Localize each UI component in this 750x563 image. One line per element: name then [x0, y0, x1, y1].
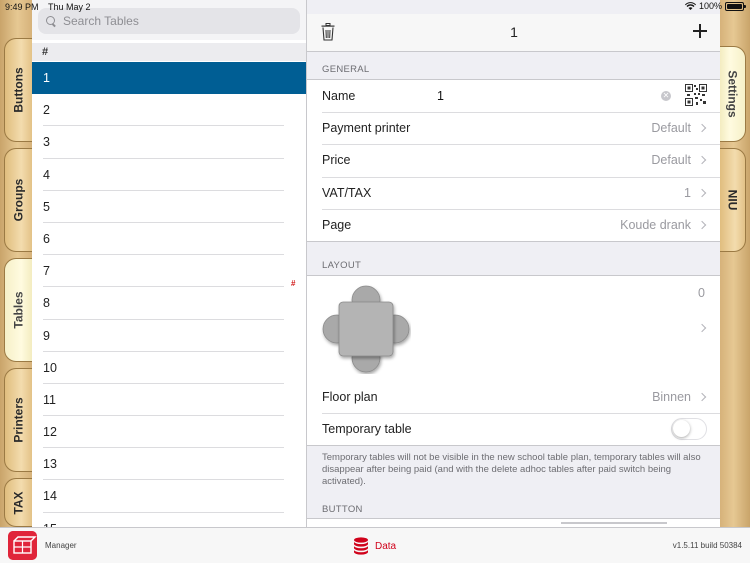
app-name: Manager	[45, 541, 77, 550]
temporary-table-row: Temporary table	[307, 413, 720, 445]
tab-label: Printers	[11, 397, 26, 443]
chevron-right-icon	[697, 156, 707, 165]
page-label: Page	[322, 217, 352, 232]
price-value: Default	[651, 153, 691, 168]
app-logo-icon[interactable]	[8, 531, 37, 560]
section-layout-title: LAYOUT	[322, 260, 362, 271]
tab-label: Groups	[11, 178, 26, 222]
name-input[interactable]: 1	[437, 89, 444, 103]
table-list-panel: Search Tables # 123456789101112131415	[32, 0, 306, 527]
floor-plan-row[interactable]: Floor plan Binnen	[307, 381, 720, 413]
tab-buttons[interactable]: Buttons	[4, 38, 32, 142]
temporary-table-toggle[interactable]	[671, 418, 707, 441]
price-row[interactable]: Price Default	[307, 144, 720, 176]
table-list-item[interactable]: 11	[32, 384, 306, 417]
table-list-item[interactable]: 7	[32, 255, 306, 288]
status-bar: 9:49 PM Thu May 2 100%	[0, 0, 750, 14]
chevron-right-icon	[697, 392, 707, 402]
tab-label: TAX	[11, 490, 26, 515]
database-icon	[354, 537, 368, 555]
bottom-bar: Manager Data v1.5.11 build 50384	[0, 527, 750, 563]
search-icon	[46, 15, 57, 27]
status-date: Thu May 2	[48, 2, 91, 12]
section-index[interactable]: #	[291, 279, 295, 288]
list-section-header: #	[32, 43, 306, 61]
tab-printers[interactable]: Printers	[4, 368, 32, 472]
floor-plan-label: Floor plan	[322, 390, 378, 405]
vat-value: 1	[684, 185, 691, 200]
data-tab[interactable]: Data	[353, 537, 396, 555]
payment-printer-row[interactable]: Payment printer Default	[307, 112, 720, 144]
table-list-item[interactable]: 2	[32, 94, 306, 127]
data-tab-label: Data	[375, 540, 397, 552]
price-label: Price	[322, 153, 351, 168]
table-list-item[interactable]: 6	[32, 223, 306, 256]
table-list-item[interactable]: 10	[32, 352, 306, 385]
table-list-item[interactable]: 9	[32, 320, 306, 352]
tab-label: Buttons	[11, 67, 26, 113]
table-list-item[interactable]: 1	[32, 62, 306, 95]
floor-plan-value: Binnen	[652, 390, 691, 405]
tab-label: NIU	[725, 189, 740, 211]
detail-title: 1	[510, 24, 518, 40]
tab-tables[interactable]: Tables	[4, 258, 32, 362]
tab-niu[interactable]: NIU	[720, 148, 746, 252]
version-label: v1.5.11 build 50384	[672, 541, 742, 550]
table-shape-icon	[322, 285, 410, 373]
page-value: Koude drank	[620, 217, 691, 232]
tab-label: Settings	[725, 70, 740, 118]
name-row[interactable]: Name 1 ✕	[307, 80, 720, 112]
table-list-item[interactable]: 4	[32, 159, 306, 191]
table-list-item[interactable]: 12	[32, 416, 306, 449]
battery-icon	[725, 1, 746, 11]
table-list-item[interactable]: 5	[32, 191, 306, 224]
battery-percent: 100%	[698, 1, 722, 11]
temporary-table-label: Temporary table	[322, 422, 412, 437]
chevron-right-icon	[697, 220, 707, 230]
chevron-right-icon	[697, 188, 707, 197]
add-table-button[interactable]	[693, 24, 707, 38]
payment-printer-label: Payment printer	[322, 121, 411, 136]
vat-label: VAT/TAX	[322, 185, 372, 200]
layout-group: 0 Floor plan Binnen Temporary table	[307, 275, 720, 447]
wifi-icon	[684, 1, 696, 10]
temporary-table-footnote: Temporary tables will not be visible in …	[322, 452, 701, 487]
table-list-item[interactable]: 8	[32, 287, 306, 320]
detail-panel: 1 GENERAL Name 1 ✕ Payment printer Defau…	[306, 0, 720, 527]
tab-settings[interactable]: Settings	[720, 46, 746, 142]
vat-row[interactable]: VAT/TAX 1	[307, 176, 720, 209]
detail-navbar: 1	[307, 14, 720, 52]
general-group: Name 1 ✕ Payment printer Default Price D…	[307, 79, 720, 242]
page-row[interactable]: Page Koude drank	[307, 208, 720, 241]
layout-count: 0	[698, 286, 705, 300]
clear-icon[interactable]: ✕	[661, 91, 671, 102]
status-time: 9:49 PM	[5, 2, 39, 12]
chevron-right-icon	[697, 323, 707, 333]
search-placeholder: Search Tables	[63, 14, 139, 28]
section-general-title: GENERAL	[322, 64, 370, 75]
table-list: 123456789101112131415	[32, 62, 306, 527]
status-right: 100%	[684, 1, 746, 11]
button-group	[307, 518, 720, 527]
name-label: Name	[322, 89, 356, 104]
layout-row[interactable]: 0	[307, 276, 720, 381]
payment-printer-value: Default	[651, 121, 691, 136]
chevron-right-icon	[697, 124, 707, 133]
table-list-item[interactable]: 14	[32, 480, 306, 513]
table-list-item[interactable]: 13	[32, 448, 306, 481]
qr-code-icon[interactable]	[685, 84, 707, 106]
section-button-title: BUTTON	[322, 504, 363, 515]
tab-label: Tables	[11, 291, 26, 329]
tab-tax[interactable]: TAX	[4, 478, 32, 527]
table-list-item[interactable]: 15	[32, 513, 306, 527]
table-list-item[interactable]: 3	[32, 126, 306, 159]
tab-groups[interactable]: Groups	[4, 148, 32, 252]
